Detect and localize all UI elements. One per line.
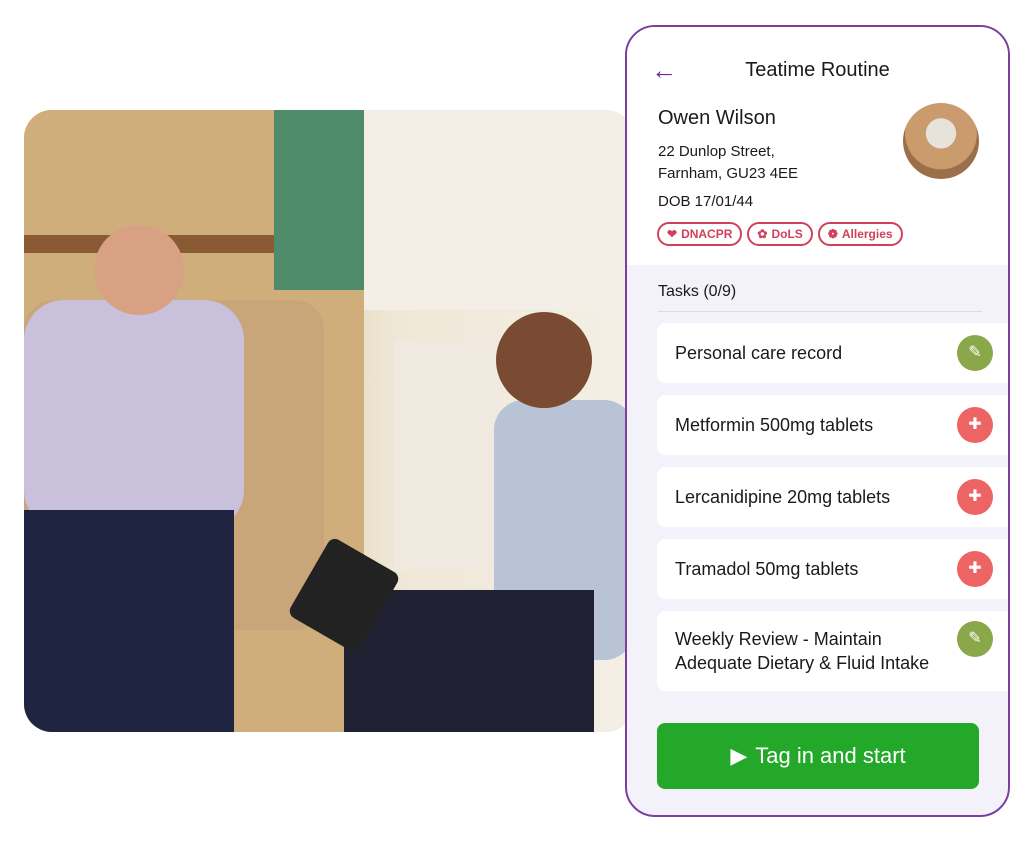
task-item[interactable]: Weekly Review - Maintain Adequate Dietar… [657,611,1008,691]
dols-badge[interactable]: ✿ DoLS [747,222,813,246]
page-title: Teatime Routine [745,59,890,81]
button-label: Tag in and start [755,743,906,768]
task-label: Weekly Review - Maintain Adequate Dietar… [675,629,930,673]
hands-icon: ✿ [757,227,768,241]
task-item[interactable]: Personal care record ✎ [657,323,1008,383]
address-line-1: 22 Dunlop Street, [658,143,775,160]
task-label: Lercanidipine 20mg tablets [675,487,891,507]
task-item[interactable]: Lercanidipine 20mg tablets ✚ [657,467,1008,527]
carer-with-patient-photo [24,110,634,732]
patient-name: Owen Wilson [658,107,776,129]
teatime-routine-screen: ← Teatime Routine Owen Wilson 22 Dunlop … [625,25,1010,817]
badge-label: DNACPR [681,227,733,241]
allergy-icon: ❁ [827,227,838,241]
medical-kit-icon: ✚ [957,407,993,443]
patient-address: 22 Dunlop Street, Farnham, GU23 4EE [658,141,798,185]
dnacpr-badge[interactable]: ❤ DNACPR [657,222,743,246]
checklist-icon: ✎ [957,335,993,371]
task-label: Personal care record [675,343,843,363]
address-line-2: Farnham, GU23 4EE [658,165,799,182]
avatar [903,103,979,179]
patient-dob: DOB 17/01/44 [658,193,754,210]
divider [658,311,982,312]
tag-in-and-start-button[interactable]: ▶ Tag in and start [657,723,979,789]
medical-kit-icon: ✚ [957,551,993,587]
heart-pulse-icon: ❤ [667,227,678,241]
task-label: Tramadol 50mg tablets [675,559,859,579]
medical-kit-icon: ✚ [957,479,993,515]
allergies-badge[interactable]: ❁ Allergies [817,222,903,246]
task-label: Metformin 500mg tablets [675,415,874,435]
task-item[interactable]: Metformin 500mg tablets ✚ [657,395,1008,455]
badge-label: DoLS [771,227,803,241]
badge-label: Allergies [841,227,893,241]
tasks-heading: Tasks (0/9) [658,283,737,300]
checklist-icon: ✎ [957,621,993,657]
task-item[interactable]: Tramadol 50mg tablets ✚ [657,539,1008,599]
play-icon: ▶ [730,743,748,768]
